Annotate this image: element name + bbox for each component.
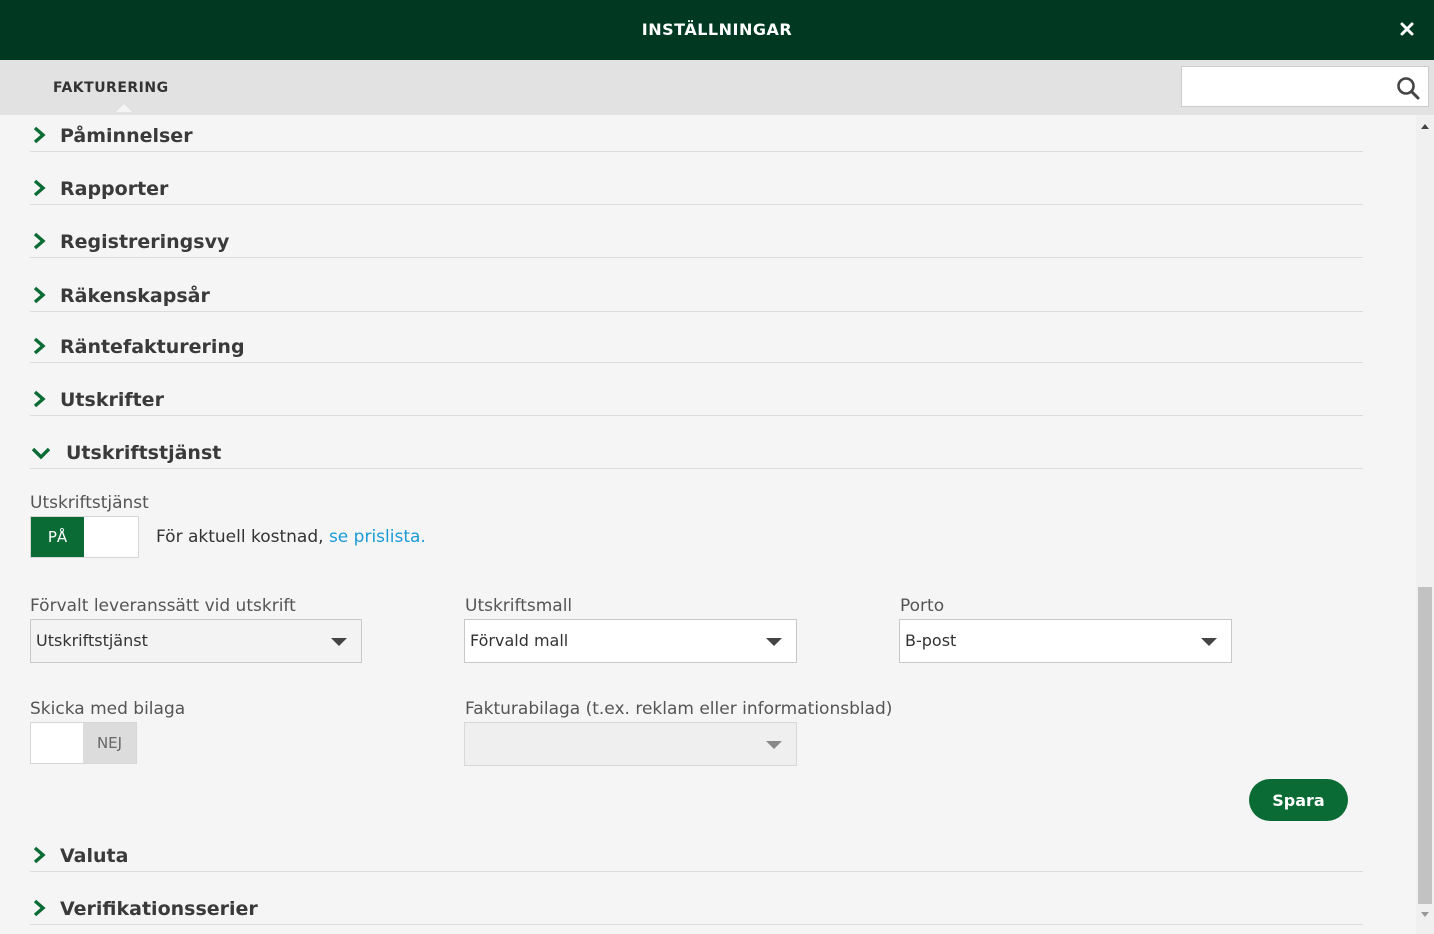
toggle-on-label: PÅ bbox=[31, 517, 84, 557]
invoice-attachment-select bbox=[464, 722, 797, 766]
chevron-right-icon bbox=[33, 126, 46, 144]
page-title: INSTÄLLNINGAR bbox=[641, 20, 793, 39]
porto-select[interactable]: B-post bbox=[899, 619, 1232, 663]
price-list-link[interactable]: se prislista. bbox=[329, 527, 426, 547]
porto-value: B-post bbox=[905, 631, 957, 650]
attachment-toggle[interactable]: NEJ bbox=[30, 722, 137, 764]
section-label: Påminnelser bbox=[60, 125, 193, 147]
chevron-right-icon bbox=[33, 286, 46, 304]
chevron-right-icon bbox=[33, 846, 46, 864]
section-label: Räkenskapsår bbox=[60, 285, 210, 307]
section-label: Räntefakturering bbox=[60, 336, 245, 358]
price-note: För aktuell kostnad, se prislista. bbox=[156, 527, 426, 547]
section-utskrifter[interactable]: Utskrifter bbox=[30, 378, 1363, 416]
scrollbar[interactable] bbox=[1416, 115, 1434, 934]
scroll-up-arrow-icon[interactable] bbox=[1421, 124, 1429, 129]
section-label: Utskriftstjänst bbox=[66, 442, 222, 464]
template-select[interactable]: Förvald mall bbox=[464, 619, 797, 663]
tab-fakturering[interactable]: FAKTURERING bbox=[53, 80, 169, 96]
toggle-off-label: NEJ bbox=[83, 723, 136, 763]
section-registreringsvy[interactable]: Registreringsvy bbox=[30, 220, 1363, 258]
active-tab-indicator bbox=[116, 104, 132, 112]
header-bar: INSTÄLLNINGAR bbox=[0, 0, 1434, 60]
delivery-label: Förvalt leveranssätt vid utskrift bbox=[30, 596, 296, 616]
section-label: Verifikationsserier bbox=[60, 898, 258, 920]
chevron-down-icon bbox=[31, 447, 51, 460]
dropdown-arrow-icon bbox=[1201, 638, 1217, 646]
dropdown-arrow-icon bbox=[766, 638, 782, 646]
chevron-right-icon bbox=[33, 232, 46, 250]
scrollbar-thumb[interactable] bbox=[1418, 587, 1432, 904]
delivery-value: Utskriftstjänst bbox=[36, 631, 148, 650]
save-button[interactable]: Spara bbox=[1249, 779, 1348, 821]
template-value: Förvald mall bbox=[470, 631, 569, 650]
section-rakenskapsar[interactable]: Räkenskapsår bbox=[30, 274, 1363, 312]
section-utskriftstjanst[interactable]: Utskriftstjänst bbox=[30, 431, 1363, 469]
search-box bbox=[1181, 66, 1429, 107]
service-label: Utskriftstjänst bbox=[30, 493, 149, 513]
service-toggle[interactable]: PÅ bbox=[30, 516, 139, 558]
delivery-select[interactable]: Utskriftstjänst bbox=[30, 619, 362, 663]
dropdown-arrow-icon bbox=[766, 741, 782, 749]
dropdown-arrow-icon bbox=[331, 638, 347, 646]
porto-label: Porto bbox=[900, 596, 945, 616]
search-input[interactable] bbox=[1190, 75, 1390, 99]
chevron-right-icon bbox=[33, 390, 46, 408]
section-label: Valuta bbox=[60, 845, 129, 867]
section-label: Utskrifter bbox=[60, 389, 164, 411]
price-note-text: För aktuell kostnad, bbox=[156, 527, 329, 547]
section-valuta[interactable]: Valuta bbox=[30, 834, 1363, 872]
close-icon[interactable] bbox=[1400, 22, 1414, 36]
template-label: Utskriftsmall bbox=[465, 596, 573, 616]
scroll-down-arrow-icon[interactable] bbox=[1421, 912, 1429, 917]
search-icon[interactable] bbox=[1396, 76, 1420, 100]
section-rapporter[interactable]: Rapporter bbox=[30, 167, 1363, 205]
section-paminnelser[interactable]: Påminnelser bbox=[30, 114, 1363, 152]
invoice-attachment-label: Fakturabilaga (t.ex. reklam eller inform… bbox=[465, 699, 893, 719]
attachment-label: Skicka med bilaga bbox=[30, 699, 186, 719]
chevron-right-icon bbox=[33, 179, 46, 197]
section-label: Registreringsvy bbox=[60, 231, 230, 253]
section-rantefakturering[interactable]: Räntefakturering bbox=[30, 325, 1363, 363]
section-label: Rapporter bbox=[60, 178, 169, 200]
chevron-right-icon bbox=[33, 337, 46, 355]
chevron-right-icon bbox=[33, 899, 46, 917]
section-verifikationsserier[interactable]: Verifikationsserier bbox=[30, 887, 1363, 925]
